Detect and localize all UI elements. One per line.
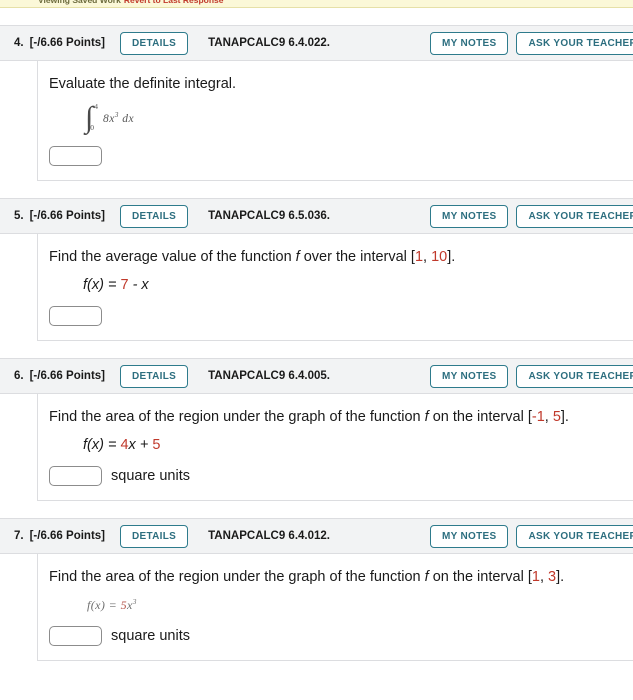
function-coefficient-6: 4 bbox=[120, 437, 129, 453]
answer-row-4 bbox=[49, 146, 633, 166]
question-prompt-5: Find the average value of the function f… bbox=[49, 247, 633, 268]
question-number-6: 6. bbox=[14, 370, 24, 382]
question-block-7: 7. [-/6.66 Points] DETAILS TANAPCALC9 6.… bbox=[0, 518, 633, 661]
function-label-6: f(x) = bbox=[83, 437, 121, 453]
answer-row-7: square units bbox=[49, 626, 633, 646]
details-button-6[interactable]: DETAILS bbox=[120, 364, 189, 388]
my-notes-button-6[interactable]: MY NOTES bbox=[430, 365, 509, 388]
ask-your-teacher-button-7[interactable]: ASK YOUR TEACHER bbox=[516, 525, 633, 548]
prompt-text-pre-7: Find the area of the region under the gr… bbox=[49, 569, 425, 585]
interval-separator-6: , bbox=[544, 409, 553, 425]
function-definition-5: f(x) = 7 - x bbox=[83, 277, 633, 293]
details-button-5[interactable]: DETAILS bbox=[120, 204, 189, 228]
answer-units-6: square units bbox=[111, 468, 190, 484]
question-number-7: 7. bbox=[14, 530, 24, 542]
question-actions-7: MY NOTES ASK YOUR TEACHER bbox=[430, 525, 633, 548]
question-points-5: [-/6.66 Points] bbox=[29, 210, 105, 222]
my-notes-button-5[interactable]: MY NOTES bbox=[430, 205, 509, 228]
answer-units-7: square units bbox=[111, 628, 190, 644]
function-mid-6: x + bbox=[128, 437, 153, 453]
function-label-5: f(x) = bbox=[83, 277, 121, 293]
question-block-6: 6. [-/6.66 Points] DETAILS TANAPCALC9 6.… bbox=[0, 358, 633, 501]
question-body-5: Find the average value of the function f… bbox=[37, 234, 633, 341]
prompt-text-post-7: ]. bbox=[556, 569, 565, 585]
question-prompt-6: Find the area of the region under the gr… bbox=[49, 407, 633, 428]
question-actions-4: MY NOTES ASK YOUR TEACHER bbox=[430, 32, 633, 55]
question-header-7: 7. [-/6.66 Points] DETAILS TANAPCALC9 6.… bbox=[0, 518, 633, 554]
function-definition-6: f(x) = 4x + 5 bbox=[83, 437, 633, 453]
ask-your-teacher-button-4[interactable]: ASK YOUR TEACHER bbox=[516, 32, 633, 55]
question-number-4: 4. bbox=[14, 37, 24, 49]
question-body-4: Evaluate the definite integral. ∫ 4 0 8x… bbox=[37, 61, 633, 181]
my-notes-button-4[interactable]: MY NOTES bbox=[430, 32, 509, 55]
question-points-4: [-/6.66 Points] bbox=[29, 37, 105, 49]
question-prompt-4: Evaluate the definite integral. bbox=[49, 76, 237, 92]
saved-work-label: Viewing Saved Work bbox=[38, 0, 121, 5]
question-block-4: 4. [-/6.66 Points] DETAILS TANAPCALC9 6.… bbox=[0, 25, 633, 181]
interval-separator-7: , bbox=[539, 569, 548, 585]
details-button-4[interactable]: DETAILS bbox=[120, 31, 189, 55]
integral-lower-limit-4: 0 bbox=[90, 123, 94, 132]
answer-row-5 bbox=[49, 306, 633, 326]
interval-lower-5: 1 bbox=[414, 249, 424, 265]
question-body-7: Find the area of the region under the gr… bbox=[37, 554, 633, 661]
question-number-5: 5. bbox=[14, 210, 24, 222]
question-actions-5: MY NOTES ASK YOUR TEACHER bbox=[430, 205, 633, 228]
question-prompt-7: Find the area of the region under the gr… bbox=[49, 567, 633, 588]
integrand-4: 8x bbox=[102, 112, 115, 125]
revert-to-last-response-link[interactable]: Revert to Last Response bbox=[124, 0, 224, 5]
answer-input-4[interactable] bbox=[49, 146, 102, 166]
ask-your-teacher-button-6[interactable]: ASK YOUR TEACHER bbox=[516, 365, 633, 388]
integral-expression-4: ∫ 4 0 8x3 dx bbox=[85, 102, 633, 133]
integrand-exponent-4: 3 bbox=[114, 111, 119, 120]
question-code-6: TANAPCALC9 6.4.005. bbox=[208, 370, 330, 382]
answer-input-7[interactable] bbox=[49, 626, 102, 646]
question-header-4: 4. [-/6.66 Points] DETAILS TANAPCALC9 6.… bbox=[0, 25, 633, 61]
interval-upper-7: 3 bbox=[548, 569, 557, 585]
question-code-7: TANAPCALC9 6.4.012. bbox=[208, 530, 330, 542]
interval-separator-5: , bbox=[423, 249, 432, 265]
details-button-7[interactable]: DETAILS bbox=[120, 524, 189, 548]
function-rest-5: - x bbox=[128, 277, 149, 293]
prompt-text-pre-6: Find the area of the region under the gr… bbox=[49, 409, 425, 425]
prompt-text-mid-6: on the interval [ bbox=[428, 409, 532, 425]
my-notes-button-7[interactable]: MY NOTES bbox=[430, 525, 509, 548]
interval-lower-7: 1 bbox=[531, 569, 540, 585]
function-definition-image-7: f(x) = 5x3 bbox=[87, 597, 633, 613]
prompt-text-mid-5: over the interval [ bbox=[299, 249, 415, 265]
answer-input-6[interactable] bbox=[49, 466, 102, 486]
question-body-6: Find the area of the region under the gr… bbox=[37, 394, 633, 501]
math-exponent-7: 3 bbox=[132, 597, 137, 606]
prompt-text-mid-7: on the interval [ bbox=[428, 569, 532, 585]
integral-upper-limit-4: 4 bbox=[94, 102, 98, 111]
ask-your-teacher-button-5[interactable]: ASK YOUR TEACHER bbox=[516, 205, 633, 228]
prompt-text-pre-5: Find the average value of the function bbox=[49, 249, 296, 265]
question-points-7: [-/6.66 Points] bbox=[29, 530, 105, 542]
function-constant-6: 5 bbox=[152, 437, 161, 453]
answer-row-6: square units bbox=[49, 466, 633, 486]
question-block-5: 5. [-/6.66 Points] DETAILS TANAPCALC9 6.… bbox=[0, 198, 633, 341]
differential-4: dx bbox=[122, 112, 135, 125]
question-header-5: 5. [-/6.66 Points] DETAILS TANAPCALC9 6.… bbox=[0, 198, 633, 234]
interval-upper-5: 10 bbox=[431, 249, 448, 265]
question-code-5: TANAPCALC9 6.5.036. bbox=[208, 210, 330, 222]
saved-work-banner: Viewing Saved Work Revert to Last Respons… bbox=[0, 0, 633, 8]
question-code-4: TANAPCALC9 6.4.022. bbox=[208, 37, 330, 49]
interval-upper-6: 5 bbox=[552, 409, 561, 425]
question-header-6: 6. [-/6.66 Points] DETAILS TANAPCALC9 6.… bbox=[0, 358, 633, 394]
interval-lower-6: -1 bbox=[531, 409, 545, 425]
answer-input-5[interactable] bbox=[49, 306, 102, 326]
prompt-text-post-5: ]. bbox=[447, 249, 456, 265]
question-actions-6: MY NOTES ASK YOUR TEACHER bbox=[430, 365, 633, 388]
function-coefficient-5: 7 bbox=[120, 277, 129, 293]
prompt-text-post-6: ]. bbox=[560, 409, 569, 425]
question-points-6: [-/6.66 Points] bbox=[29, 370, 105, 382]
math-label-7: f(x) = bbox=[87, 598, 121, 612]
